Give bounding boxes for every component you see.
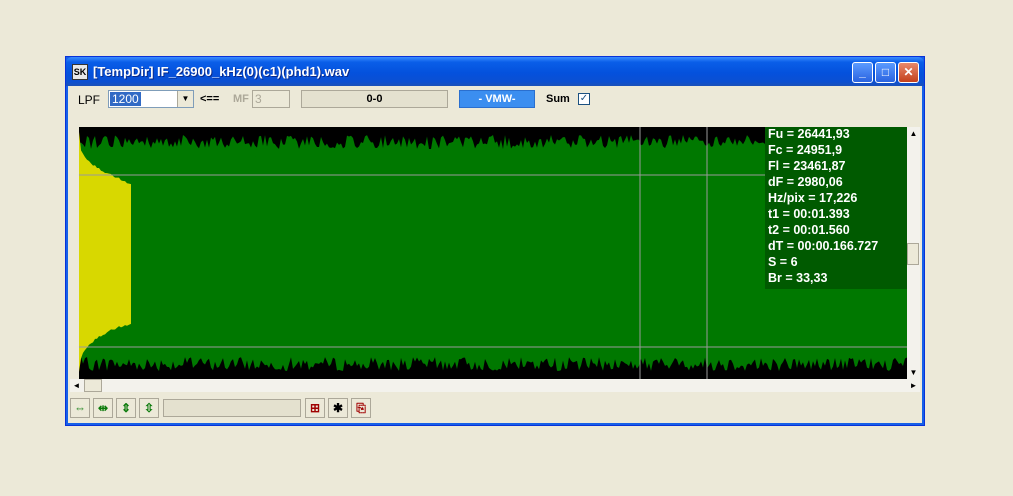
scroll-right-icon[interactable]: ►: [907, 379, 920, 392]
info-df: dF = 2980,06: [768, 175, 843, 189]
apply-arrow-label[interactable]: <==: [200, 93, 219, 105]
sum-label: Sum: [546, 93, 570, 105]
info-t1: t1 = 00:01.393: [768, 207, 850, 221]
info-hz-per-pix: Hz/pix = 17,226: [768, 191, 858, 205]
mf-input[interactable]: 3: [252, 90, 290, 108]
status-field: [163, 399, 301, 417]
info-panel: Fu = 26441,93 Fc = 24951,9 Fl = 23461,87…: [765, 127, 907, 289]
close-button[interactable]: ✕: [898, 62, 919, 83]
info-dt: dT = 00:00.166.727: [768, 239, 879, 253]
spectrogram-view[interactable]: Fu = 26441,93 Fc = 24951,9 Fl = 23461,87…: [79, 127, 907, 379]
shrink-horizontal-icon[interactable]: ⇹: [93, 398, 113, 418]
scroll-up-icon[interactable]: ▲: [907, 127, 920, 140]
maximize-button[interactable]: □: [875, 62, 896, 83]
vertical-scroll-thumb[interactable]: [907, 243, 919, 265]
chevron-down-icon[interactable]: ▼: [177, 91, 193, 107]
mf-label: MF: [233, 93, 249, 105]
bottom-toolbar: ⇔ ⇹ ⇕ ⇳ ⊞ ✱ ⎘: [66, 395, 924, 423]
info-fu: Fu = 26441,93: [768, 127, 850, 141]
vmw-button[interactable]: - VMW-: [459, 90, 535, 108]
horizontal-scroll-thumb[interactable]: [84, 379, 102, 392]
scroll-left-icon[interactable]: ◄: [70, 379, 83, 392]
info-t2: t2 = 00:01.560: [768, 223, 850, 237]
info-s: S = 6: [768, 255, 798, 269]
info-fc: Fc = 24951,9: [768, 143, 843, 157]
range-display: 0-0: [301, 90, 448, 108]
asterisk-icon[interactable]: ✱: [328, 398, 348, 418]
scroll-down-icon[interactable]: ▼: [907, 366, 920, 379]
main-window: SK [TempDir] IF_26900_kHz(0)(c1)(phd1).w…: [65, 56, 925, 426]
minimize-button[interactable]: _: [852, 62, 873, 83]
expand-horizontal-icon[interactable]: ⇔: [70, 398, 90, 418]
vertical-scrollbar[interactable]: ▲ ▼: [907, 127, 920, 379]
horizontal-scrollbar[interactable]: ◄ ►: [70, 379, 920, 392]
title-bar[interactable]: SK [TempDir] IF_26900_kHz(0)(c1)(phd1).w…: [66, 57, 924, 86]
lpf-combobox[interactable]: 1200 ▼: [108, 90, 194, 108]
lpf-label: LPF: [78, 93, 101, 107]
info-fl: Fl = 23461,87: [768, 159, 846, 173]
app-icon[interactable]: SK: [72, 64, 88, 80]
info-br: Br = 33,33: [768, 271, 828, 285]
chart-icon[interactable]: ⊞: [305, 398, 325, 418]
lpf-value[interactable]: 1200: [110, 92, 141, 106]
window-title: [TempDir] IF_26900_kHz(0)(c1)(phd1).wav: [93, 64, 350, 79]
sum-checkbox[interactable]: ✓: [578, 93, 590, 105]
expand-vertical-icon[interactable]: ⇕: [116, 398, 136, 418]
shrink-vertical-icon[interactable]: ⇳: [139, 398, 159, 418]
copy-icon[interactable]: ⎘: [351, 398, 371, 418]
toolbar: LPF 1200 ▼ <== MF 3 0-0 - VMW- Sum ✓: [70, 86, 920, 114]
spectrum-inner-cavity: [131, 153, 679, 352]
